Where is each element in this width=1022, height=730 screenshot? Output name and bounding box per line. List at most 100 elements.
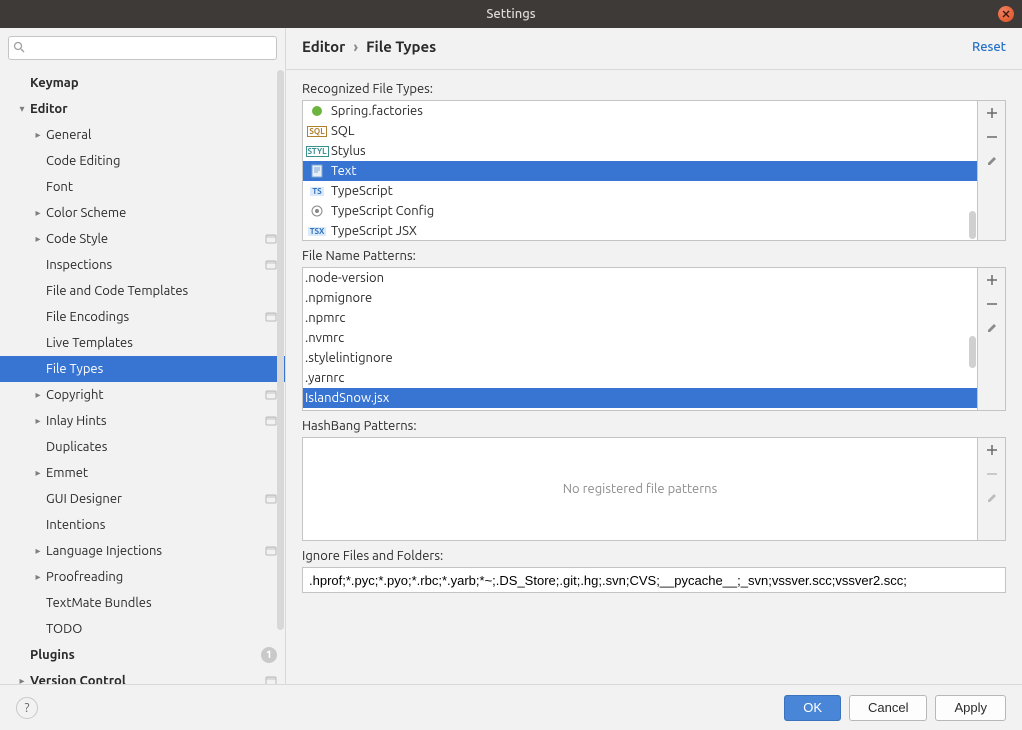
ignore-input[interactable] xyxy=(302,567,1006,593)
nav-plugins[interactable]: Plugins1 xyxy=(0,642,285,668)
nav-language-injections[interactable]: ▸Language Injections xyxy=(0,538,285,564)
edit-button[interactable] xyxy=(978,316,1005,340)
chevron-right-icon: ▸ xyxy=(30,545,46,557)
patterns-label: File Name Patterns: xyxy=(302,249,1006,263)
add-button[interactable] xyxy=(978,268,1005,292)
sidebar-scrollbar[interactable] xyxy=(277,70,284,630)
search-input[interactable] xyxy=(27,41,272,56)
pattern-row[interactable]: .npmrc xyxy=(303,308,977,328)
minus-icon xyxy=(986,468,998,480)
edit-button[interactable] xyxy=(978,149,1005,173)
plus-icon xyxy=(986,444,998,456)
pattern-row[interactable]: IslandSnow.jsx xyxy=(303,388,977,408)
patterns-section: File Name Patterns: .node-version .npmign… xyxy=(302,249,1006,411)
pattern-row[interactable]: .yarnrc xyxy=(303,368,977,388)
text-file-icon xyxy=(309,163,325,179)
remove-button xyxy=(978,462,1005,486)
apply-button[interactable]: Apply xyxy=(935,695,1006,721)
plus-icon xyxy=(986,107,998,119)
chevron-right-icon: ▸ xyxy=(30,233,46,245)
search-icon xyxy=(13,41,25,56)
reset-link[interactable]: Reset xyxy=(972,40,1006,54)
nav-keymap[interactable]: Keymap xyxy=(0,70,285,96)
sidebar: Keymap ▾Editor ▸General Code Editing Fon… xyxy=(0,28,286,684)
pattern-row[interactable]: .npmignore xyxy=(303,288,977,308)
nav-code-style[interactable]: ▸Code Style xyxy=(0,226,285,252)
pattern-row[interactable]: .nvmrc xyxy=(303,328,977,348)
project-scope-icon xyxy=(265,259,277,271)
file-type-row[interactable]: STYLStylus xyxy=(303,141,977,161)
nav-copyright[interactable]: ▸Copyright xyxy=(0,382,285,408)
project-scope-icon xyxy=(265,545,277,557)
tsx-file-icon: TSX xyxy=(309,223,325,239)
nav-version-control[interactable]: ▸Version Control xyxy=(0,668,285,684)
pattern-label: .nvmrc xyxy=(305,331,344,345)
breadcrumb-parent[interactable]: Editor xyxy=(302,38,345,55)
content: Keymap ▾Editor ▸General Code Editing Fon… xyxy=(0,28,1022,684)
edit-button xyxy=(978,486,1005,510)
close-icon xyxy=(1002,10,1010,18)
nav-editor[interactable]: ▾Editor xyxy=(0,96,285,122)
add-button[interactable] xyxy=(978,438,1005,462)
nav-color-scheme[interactable]: ▸Color Scheme xyxy=(0,200,285,226)
nav-general[interactable]: ▸General xyxy=(0,122,285,148)
file-type-row[interactable]: TypeScript Config xyxy=(303,201,977,221)
pattern-row[interactable]: .stylelintignore xyxy=(303,348,977,368)
recognized-label: Recognized File Types: xyxy=(302,82,1006,96)
add-button[interactable] xyxy=(978,101,1005,125)
help-button[interactable]: ? xyxy=(16,697,38,719)
nav-inspections[interactable]: Inspections xyxy=(0,252,285,278)
nav-duplicates[interactable]: Duplicates xyxy=(0,434,285,460)
titlebar: Settings xyxy=(0,0,1022,28)
pattern-row[interactable]: .node-version xyxy=(303,268,977,288)
patterns-list[interactable]: .node-version .npmignore .npmrc .nvmrc .styl… xyxy=(302,267,978,411)
nav-code-editing[interactable]: Code Editing xyxy=(0,148,285,174)
cancel-button[interactable]: Cancel xyxy=(849,695,927,721)
file-type-row[interactable]: TSTypeScript xyxy=(303,181,977,201)
search-wrap xyxy=(0,28,285,66)
hashbang-label: HashBang Patterns: xyxy=(302,419,1006,433)
nav-gui-designer[interactable]: GUI Designer xyxy=(0,486,285,512)
file-type-label: TypeScript Config xyxy=(331,204,434,218)
remove-button[interactable] xyxy=(978,125,1005,149)
file-type-label: TypeScript JSX xyxy=(331,224,417,238)
nav-emmet[interactable]: ▸Emmet xyxy=(0,460,285,486)
hashbang-list[interactable]: No registered file patterns xyxy=(302,437,978,541)
recognized-list[interactable]: Spring.factoriesSQLSQLSTYLStylus Text TSTy… xyxy=(302,100,978,241)
recognized-scrollbar[interactable] xyxy=(969,211,976,239)
nav-proofreading[interactable]: ▸Proofreading xyxy=(0,564,285,590)
spring-file-icon xyxy=(309,103,325,119)
file-type-row[interactable]: TSX TypeScript JSX xyxy=(303,221,977,241)
nav-todo[interactable]: TODO xyxy=(0,616,285,642)
minus-icon xyxy=(986,131,998,143)
pattern-label: .yarnrc xyxy=(305,371,344,385)
chevron-right-icon: ▸ xyxy=(30,389,46,401)
nav-file-encodings[interactable]: File Encodings xyxy=(0,304,285,330)
pattern-label: IslandSnow.jsx xyxy=(305,391,389,405)
nav-file-types[interactable]: File Types xyxy=(0,356,285,382)
nav-tree[interactable]: Keymap ▾Editor ▸General Code Editing Fon… xyxy=(0,66,285,684)
ok-button[interactable]: OK xyxy=(784,695,841,721)
nav-font[interactable]: Font xyxy=(0,174,285,200)
project-scope-icon xyxy=(265,675,277,684)
remove-button[interactable] xyxy=(978,292,1005,316)
search-box[interactable] xyxy=(8,36,277,60)
nav-intentions[interactable]: Intentions xyxy=(0,512,285,538)
nav-live-templates[interactable]: Live Templates xyxy=(0,330,285,356)
hashbang-empty-message: No registered file patterns xyxy=(303,438,977,540)
pattern-label: .node-version xyxy=(305,271,384,285)
nav-inlay-hints[interactable]: ▸Inlay Hints xyxy=(0,408,285,434)
patterns-scrollbar[interactable] xyxy=(969,336,976,368)
nav-file-code-templates[interactable]: File and Code Templates xyxy=(0,278,285,304)
file-type-row[interactable]: Spring.factories xyxy=(303,101,977,121)
pattern-label: .stylelintignore xyxy=(305,351,393,365)
close-button[interactable] xyxy=(998,6,1014,22)
pattern-label: .npmignore xyxy=(305,291,372,305)
file-type-label: Text xyxy=(331,164,356,178)
nav-textmate-bundles[interactable]: TextMate Bundles xyxy=(0,590,285,616)
file-type-row[interactable]: Text xyxy=(303,161,977,181)
file-type-row[interactable]: SQLSQL xyxy=(303,121,977,141)
patterns-side-buttons xyxy=(978,267,1006,411)
styl-file-icon: STYL xyxy=(309,143,325,159)
chevron-right-icon: ▸ xyxy=(30,467,46,479)
